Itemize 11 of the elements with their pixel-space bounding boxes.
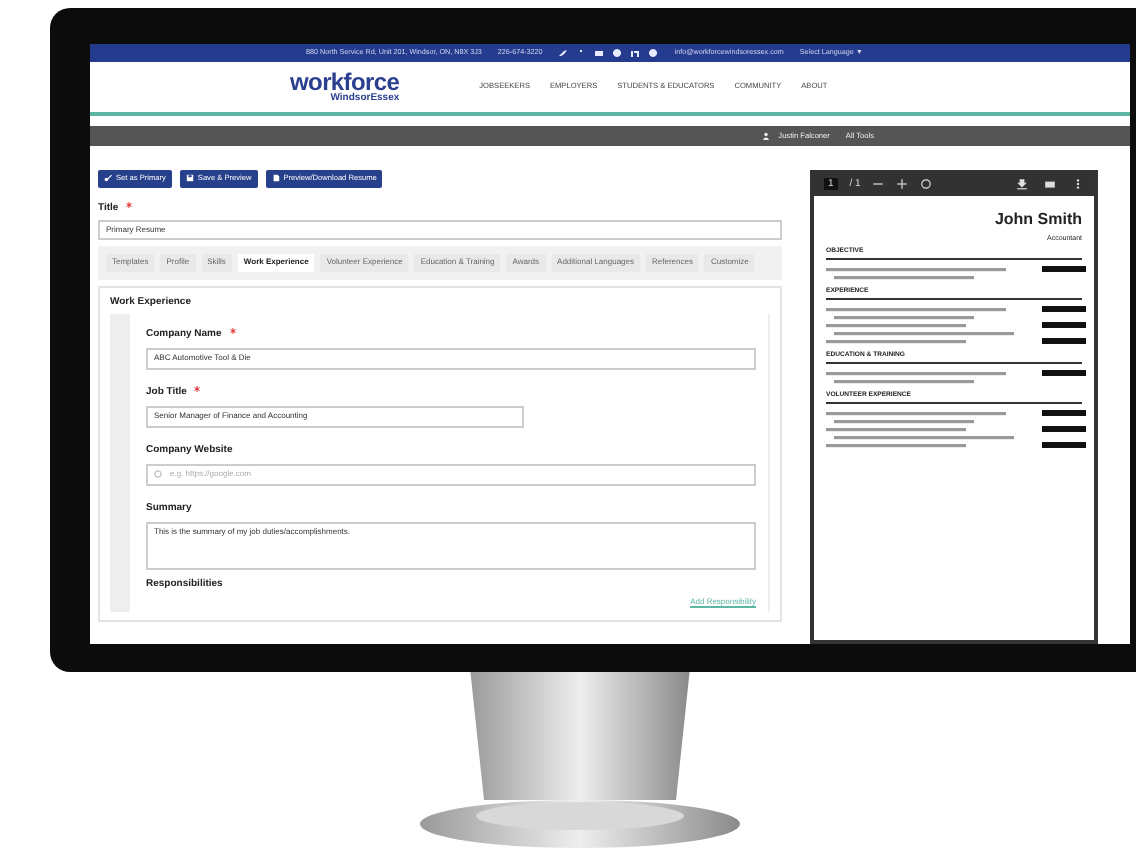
file-icon — [271, 174, 280, 183]
more-icon — [1072, 177, 1084, 189]
download-icon — [1016, 177, 1028, 189]
save-icon — [185, 174, 194, 183]
zoom-in-icon — [896, 177, 909, 189]
key-icon — [104, 174, 112, 183]
globe-icon — [154, 470, 162, 479]
user-icon — [762, 132, 771, 140]
logo-text: workforce — [290, 70, 400, 94]
zoom-out-icon — [872, 177, 885, 189]
resume-name: John Smith — [992, 212, 1082, 228]
